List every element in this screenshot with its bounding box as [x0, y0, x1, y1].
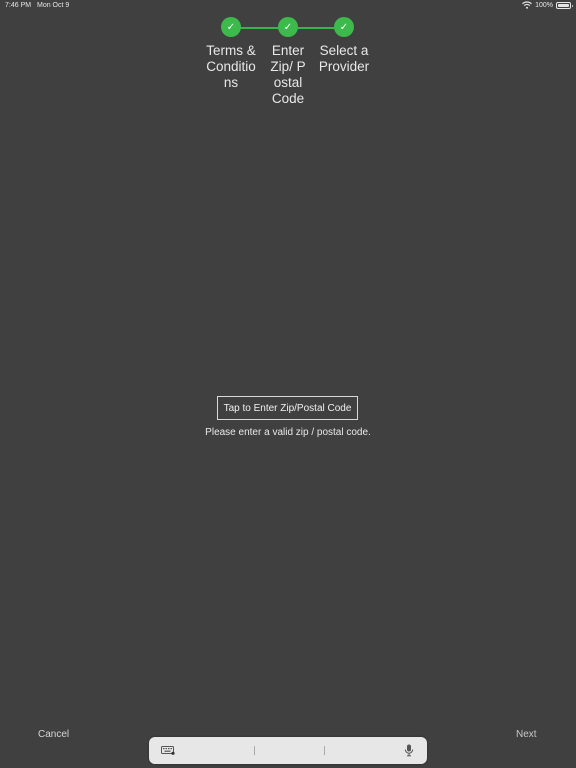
- progress-stepper: ✓ Terms & Conditions ✓ Enter Zip/ Postal…: [0, 17, 576, 117]
- suggestion-slot[interactable]: [324, 740, 394, 761]
- step-check-icon: ✓: [221, 17, 241, 37]
- next-button[interactable]: Next: [516, 729, 537, 740]
- keyboard-icon[interactable]: [161, 746, 175, 755]
- step-zip: ✓ Enter Zip/ Postal Code: [258, 17, 318, 107]
- suggestion-strip: [184, 740, 394, 761]
- screen: 7:46 PM Mon Oct 9 100% ✓ Terms & Conditi…: [0, 0, 576, 768]
- status-bar: 7:46 PM Mon Oct 9 100%: [0, 0, 576, 12]
- status-right: 100%: [522, 1, 573, 9]
- battery-percent: 100%: [535, 1, 553, 9]
- microphone-icon[interactable]: [404, 744, 414, 757]
- step-check-icon: ✓: [334, 17, 354, 37]
- step-label-terms: Terms & Conditions: [206, 43, 256, 90]
- step-label-provider: Select a Provider: [318, 43, 370, 74]
- keyboard-shortcut-bar: [149, 737, 427, 764]
- status-date: Mon Oct 9: [37, 2, 70, 9]
- step-label-zip: Enter Zip/ Postal Code: [270, 43, 306, 106]
- suggestion-slot[interactable]: [254, 740, 324, 761]
- battery-icon: [556, 1, 573, 9]
- wifi-icon: [522, 1, 533, 9]
- zip-validation-hint: Please enter a valid zip / postal code.: [205, 427, 371, 438]
- step-terms: ✓ Terms & Conditions: [201, 17, 261, 91]
- suggestion-slot[interactable]: [184, 740, 254, 761]
- status-time: 7:46 PM: [5, 2, 32, 9]
- step-check-icon: ✓: [278, 17, 298, 37]
- step-provider: ✓ Select a Provider: [314, 17, 374, 75]
- cancel-button[interactable]: Cancel: [38, 729, 69, 740]
- enter-zip-button[interactable]: Tap to Enter Zip/Postal Code: [217, 396, 358, 420]
